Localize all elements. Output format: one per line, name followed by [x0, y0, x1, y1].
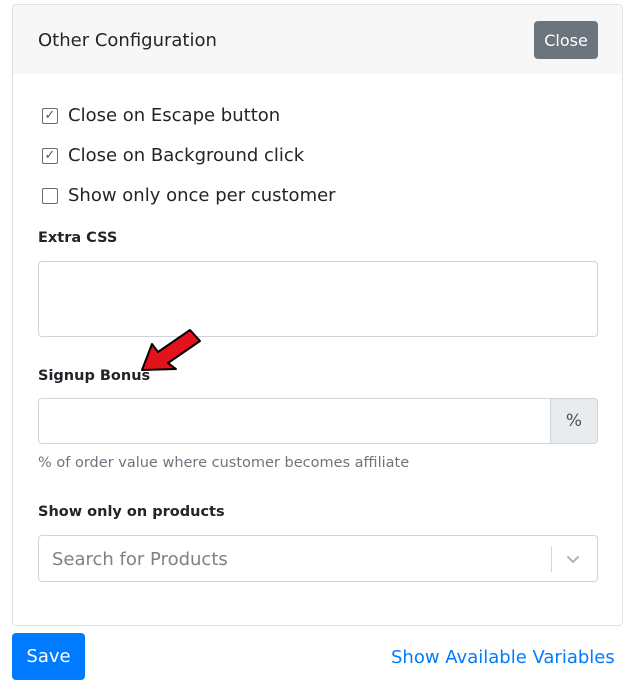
- products-search-placeholder: Search for Products: [52, 549, 228, 570]
- save-button[interactable]: Save: [12, 633, 85, 680]
- option-close-on-background[interactable]: ✓ Close on Background click: [42, 145, 304, 166]
- check-icon: ✓: [44, 108, 56, 123]
- close-on-background-checkbox[interactable]: ✓: [42, 147, 58, 164]
- extra-css-label: Extra CSS: [38, 230, 118, 246]
- arrow-icon: [141, 329, 201, 371]
- chevron-down-icon[interactable]: [565, 551, 581, 567]
- card-header: Other Configuration Close: [13, 5, 622, 74]
- card-title: Other Configuration: [38, 30, 217, 51]
- products-select[interactable]: Search for Products: [38, 535, 598, 582]
- close-on-escape-checkbox[interactable]: ✓: [42, 107, 58, 124]
- select-separator: [551, 546, 552, 572]
- percent-addon: %: [550, 398, 598, 444]
- signup-bonus-help: % of order value where customer becomes …: [38, 455, 410, 471]
- show-available-variables-link[interactable]: Show Available Variables: [391, 647, 615, 668]
- show-once-label: Show only once per customer: [68, 185, 336, 206]
- close-on-escape-label: Close on Escape button: [68, 105, 281, 126]
- close-on-background-label: Close on Background click: [68, 145, 305, 166]
- option-show-once[interactable]: Show only once per customer: [42, 185, 336, 206]
- show-once-checkbox[interactable]: [42, 187, 58, 204]
- signup-bonus-input-group: %: [38, 398, 598, 444]
- close-button[interactable]: Close: [534, 21, 598, 59]
- signup-bonus-input[interactable]: [38, 398, 550, 444]
- option-close-on-escape[interactable]: ✓ Close on Escape button: [42, 105, 280, 126]
- products-label: Show only on products: [38, 504, 225, 520]
- signup-bonus-label: Signup Bonus: [38, 368, 151, 384]
- extra-css-textarea[interactable]: [38, 261, 598, 337]
- check-icon: ✓: [44, 148, 56, 163]
- other-configuration-card: Other Configuration Close ✓ Close on Esc…: [12, 4, 623, 626]
